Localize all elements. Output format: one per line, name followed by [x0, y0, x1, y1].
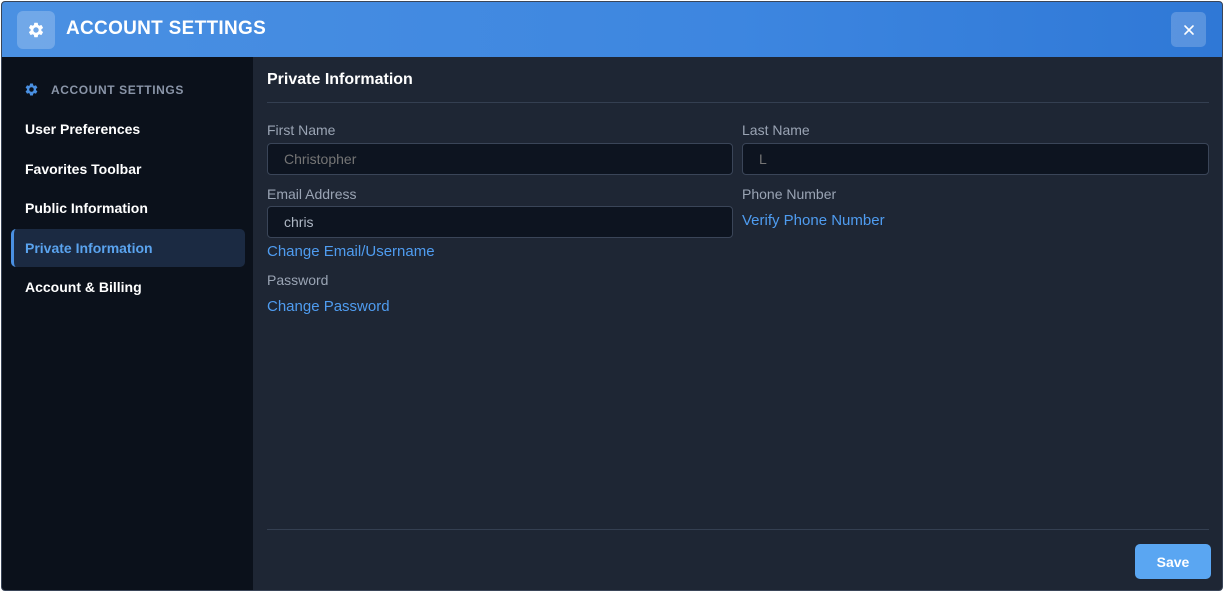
close-button[interactable] — [1171, 12, 1206, 47]
account-settings-window: ACCOUNT SETTINGS ACCOUNT SETTINGS User P… — [1, 1, 1223, 591]
sidebar-item-user-preferences[interactable]: User Preferences — [11, 110, 245, 148]
sidebar-item-favorites-toolbar[interactable]: Favorites Toolbar — [11, 150, 245, 188]
last-name-input[interactable] — [742, 143, 1209, 175]
title-bar: ACCOUNT SETTINGS — [2, 2, 1222, 57]
email-label: Email Address — [267, 186, 357, 202]
gear-icon — [25, 83, 38, 96]
sidebar: ACCOUNT SETTINGS User Preferences Favori… — [2, 57, 253, 590]
section-title: Private Information — [267, 71, 413, 88]
change-email-link[interactable]: Change Email/Username — [267, 243, 435, 260]
window-title: ACCOUNT SETTINGS — [66, 18, 267, 39]
verify-phone-link[interactable]: Verify Phone Number — [742, 212, 885, 229]
first-name-input[interactable] — [267, 143, 733, 175]
section-divider — [267, 102, 1209, 103]
sidebar-header-label: ACCOUNT SETTINGS — [51, 82, 184, 97]
save-button[interactable]: Save — [1135, 544, 1211, 579]
sidebar-item-private-information[interactable]: Private Information — [11, 229, 245, 267]
change-password-link[interactable]: Change Password — [267, 298, 390, 315]
close-icon — [1183, 24, 1194, 35]
sidebar-item-account-billing[interactable]: Account & Billing — [11, 268, 245, 306]
last-name-label: Last Name — [742, 122, 810, 138]
sidebar-item-public-information[interactable]: Public Information — [11, 189, 245, 227]
sidebar-header: ACCOUNT SETTINGS — [24, 82, 184, 97]
email-input[interactable] — [267, 206, 733, 238]
first-name-label: First Name — [267, 122, 336, 138]
main-panel: Private Information First Name Last Name… — [253, 57, 1222, 590]
phone-number-label: Phone Number — [742, 186, 837, 202]
password-label: Password — [267, 272, 329, 288]
footer-divider — [267, 529, 1209, 530]
gear-icon — [17, 11, 55, 49]
